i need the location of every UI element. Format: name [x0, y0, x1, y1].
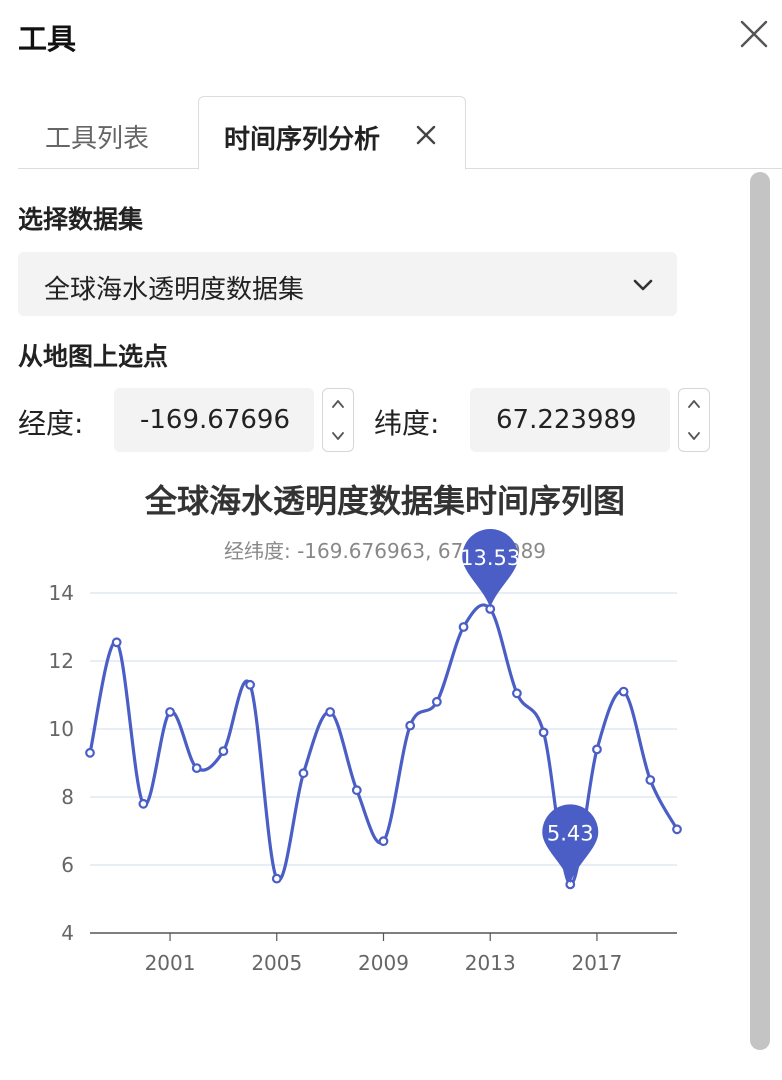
y-tick-label: 12 [49, 649, 74, 673]
chevron-down-icon [633, 279, 653, 291]
data-point [538, 727, 549, 738]
x-tick-label: 2009 [358, 951, 409, 975]
y-tick-label: 4 [61, 921, 74, 945]
chevron-up-icon[interactable] [679, 389, 709, 420]
data-point [512, 688, 522, 699]
tab-time-series[interactable]: 时间序列分析 [198, 96, 466, 170]
data-point [645, 775, 656, 785]
data-point [218, 746, 229, 757]
data-point [618, 686, 629, 697]
dataset-select[interactable]: 全球海水透明度数据集 [18, 252, 677, 316]
data-point [298, 768, 309, 779]
longitude-stepper[interactable] [322, 388, 354, 452]
y-tick-label: 8 [61, 785, 74, 809]
close-panel-button[interactable] [734, 14, 774, 54]
dataset-select-value: 全球海水透明度数据集 [44, 275, 305, 305]
data-point [85, 747, 95, 758]
longitude-label: 经度: [18, 407, 84, 440]
tab-tool-list[interactable]: 工具列表 [45, 118, 149, 155]
data-point [191, 763, 202, 774]
time-series-chart: 全球海水透明度数据集时间序列图 经纬度: -169.676963, 67.223… [49, 482, 682, 975]
y-tick-label: 10 [49, 717, 74, 741]
chevron-down-icon[interactable] [323, 421, 353, 452]
data-point [405, 720, 416, 731]
x-tick-label: 2005 [251, 951, 302, 975]
data-point [165, 707, 175, 717]
y-tick-label: 6 [61, 853, 74, 877]
x-tick-label: 2013 [465, 951, 516, 975]
data-point [245, 679, 255, 690]
y-tick-label: 14 [49, 581, 74, 605]
close-icon [740, 20, 768, 48]
data-point [672, 824, 682, 835]
data-point [351, 785, 362, 796]
data-point [138, 798, 149, 809]
x-tick-label: 2001 [145, 951, 196, 975]
latitude-stepper[interactable] [678, 388, 710, 452]
dataset-label: 选择数据集 [18, 205, 144, 234]
panel-title: 工具 [18, 22, 77, 56]
longitude-input[interactable] [114, 388, 314, 452]
pick-from-map-label: 从地图上选点 [18, 342, 169, 371]
max-marker-label: 13.53 [460, 546, 520, 570]
chevron-down-icon[interactable] [679, 421, 709, 452]
data-point [431, 696, 442, 707]
tab-close-icon[interactable] [415, 124, 437, 146]
data-point [271, 873, 282, 884]
latitude-input[interactable] [470, 388, 670, 452]
data-point [325, 707, 336, 717]
data-point [458, 622, 469, 632]
x-tick-label: 2017 [572, 951, 623, 975]
chart-title: 全球海水透明度数据集时间序列图 [144, 482, 625, 520]
axis-layer: 4 6 8 10 12 14 2001 2005 2009 2013 2017 [49, 581, 677, 975]
data-point [378, 836, 389, 847]
chevron-up-icon[interactable] [323, 389, 353, 420]
tab-time-series-label: 时间序列分析 [224, 125, 381, 155]
data-point [592, 744, 602, 755]
data-point [111, 637, 122, 648]
min-marker-label: 5.43 [547, 821, 594, 845]
latitude-label: 纬度: [374, 407, 440, 440]
